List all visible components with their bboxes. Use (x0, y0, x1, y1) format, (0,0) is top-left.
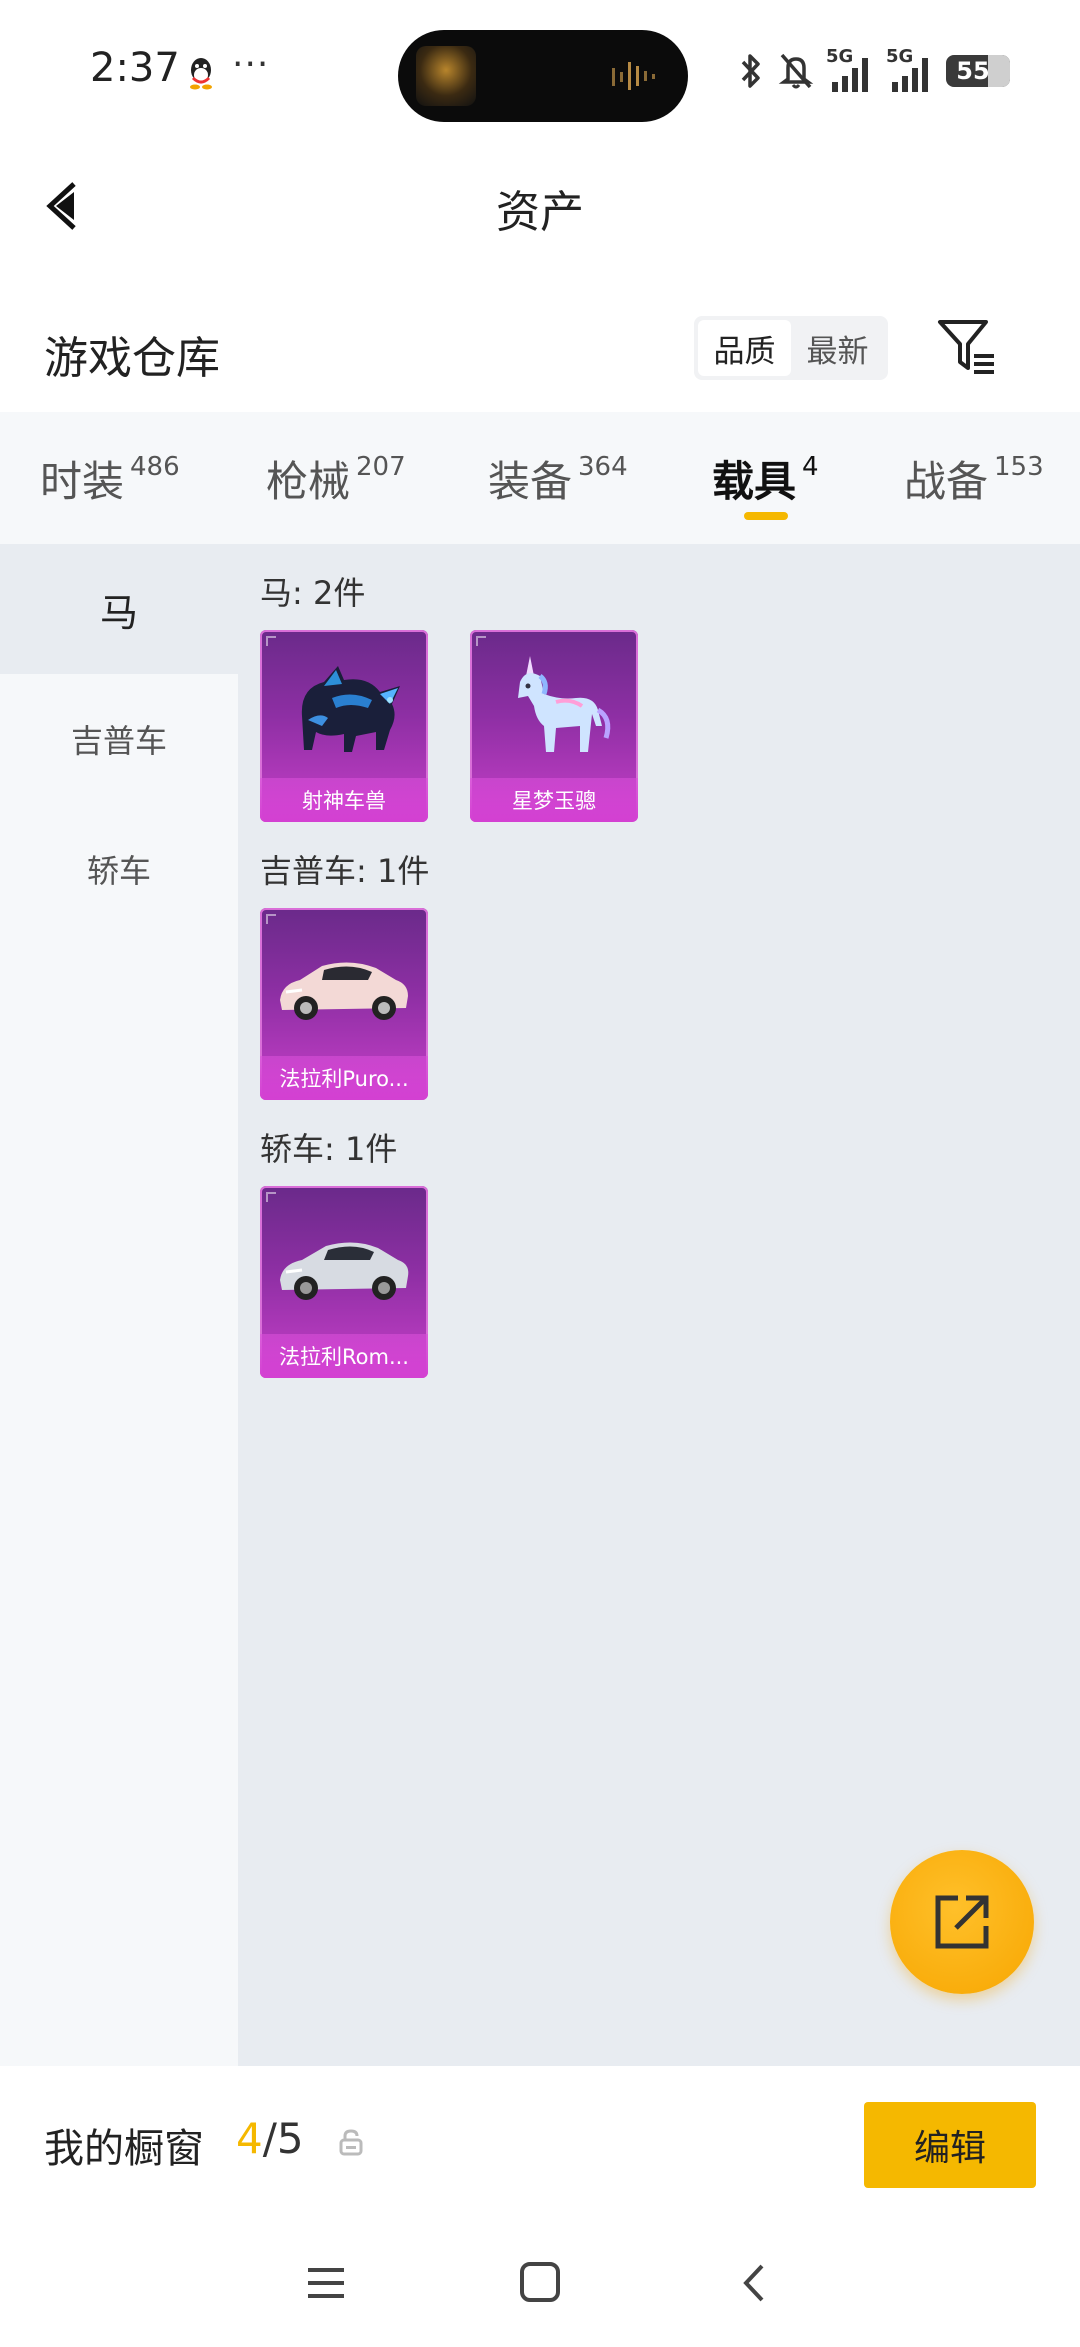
system-nav-bar (0, 2216, 1080, 2347)
showcase-total: /5 (262, 2114, 304, 2163)
sort-toggle: 品质 最新 (694, 316, 888, 380)
showcase-bar: 我的橱窗 4/5 编辑 (0, 2066, 1080, 2216)
showcase-current: 4 (236, 2114, 263, 2163)
item-card[interactable]: 法拉利Puro... (260, 908, 428, 1100)
audio-wave-icon (612, 62, 655, 90)
music-cover-icon (416, 46, 476, 106)
qq-icon (190, 58, 212, 90)
section-title: 游戏仓库 (44, 333, 220, 384)
sidebar-item-jeep[interactable]: 吉普车 (0, 674, 238, 804)
share-button[interactable] (890, 1850, 1034, 1994)
category-tabs: 时装 486 枪械 207 装备 364 载具 4 战备 153 (0, 412, 1080, 544)
tab-count: 486 (130, 452, 180, 482)
tab-fashion[interactable]: 时装 486 (40, 448, 180, 509)
tab-count: 4 (802, 452, 819, 482)
tab-label: 时装 (40, 457, 125, 506)
sidebar-item-sedan[interactable]: 轿车 (0, 804, 238, 934)
tab-count: 153 (994, 452, 1044, 482)
share-icon (935, 1895, 989, 1949)
tab-count: 207 (356, 452, 406, 482)
group-title-jeep: 吉普车: 1件 (260, 852, 430, 890)
tab-vehicles[interactable]: 载具 4 (712, 448, 819, 509)
tab-label: 枪械 (266, 457, 351, 506)
filter-icon[interactable] (936, 316, 996, 378)
tab-label: 载具 (712, 457, 797, 506)
nav-back-icon[interactable] (726, 2258, 786, 2308)
status-time: 2:37 (90, 45, 180, 91)
tab-battle-gear[interactable]: 战备 153 (904, 448, 1044, 509)
home-icon[interactable] (510, 2258, 570, 2308)
group-title-sedan: 轿车: 1件 (260, 1130, 398, 1168)
item-list: 马: 2件 射神车兽 星梦玉骢 吉普车: 1件 法拉利Puro... 轿车: 1… (238, 544, 1080, 2066)
sort-quality-button[interactable]: 品质 (698, 320, 791, 376)
silver-car-icon (280, 1242, 409, 1300)
menu-icon[interactable] (296, 2258, 356, 2308)
mute-icon (778, 53, 814, 89)
item-name: 法拉利Rom... (260, 1334, 428, 1378)
item-card[interactable]: 法拉利Rom... (260, 1186, 428, 1378)
showcase-title: 我的橱窗 (44, 2126, 204, 2172)
showcase-count: 4/5 (236, 2114, 304, 2163)
item-card[interactable]: 射神车兽 (260, 630, 428, 822)
armored-beast-icon (301, 666, 400, 752)
sidebar: 马 吉普车 轿车 (0, 544, 238, 2066)
tab-guns[interactable]: 枪械 207 (266, 448, 406, 509)
group-title-horse: 马: 2件 (260, 574, 366, 612)
item-card[interactable]: 星梦玉骢 (470, 630, 638, 822)
item-name: 射神车兽 (260, 778, 428, 822)
sidebar-item-horse[interactable]: 马 (0, 544, 238, 674)
active-tab-indicator (744, 512, 788, 520)
lock-icon[interactable] (338, 2128, 364, 2156)
item-name: 星梦玉骢 (470, 778, 638, 822)
tab-equipment[interactable]: 装备 364 (488, 448, 628, 509)
status-bar: 2:37 ··· 5G 5G 55 (0, 0, 1080, 140)
edit-button[interactable]: 编辑 (864, 2102, 1036, 2188)
pink-car-icon (280, 962, 408, 1020)
sort-newest-button[interactable]: 最新 (791, 320, 884, 376)
tab-label: 装备 (488, 457, 573, 506)
system-icons: 5G 5G 55 (736, 46, 1010, 94)
section-bar: 游戏仓库 品质 最新 (0, 300, 1080, 410)
page-title: 资产 (496, 187, 584, 238)
signal-2-icon: 5G (886, 46, 934, 94)
header: 资产 (0, 140, 1080, 270)
item-name: 法拉利Puro... (260, 1056, 428, 1100)
dynamic-island[interactable] (398, 30, 688, 122)
battery-icon: 55 (946, 55, 1010, 87)
tab-label: 战备 (904, 457, 989, 506)
tab-count: 364 (578, 452, 628, 482)
crystal-unicorn-icon (518, 656, 611, 752)
bluetooth-icon (741, 54, 760, 88)
more-notifications-icon: ··· (232, 44, 270, 85)
signal-1-icon: 5G (826, 46, 874, 94)
